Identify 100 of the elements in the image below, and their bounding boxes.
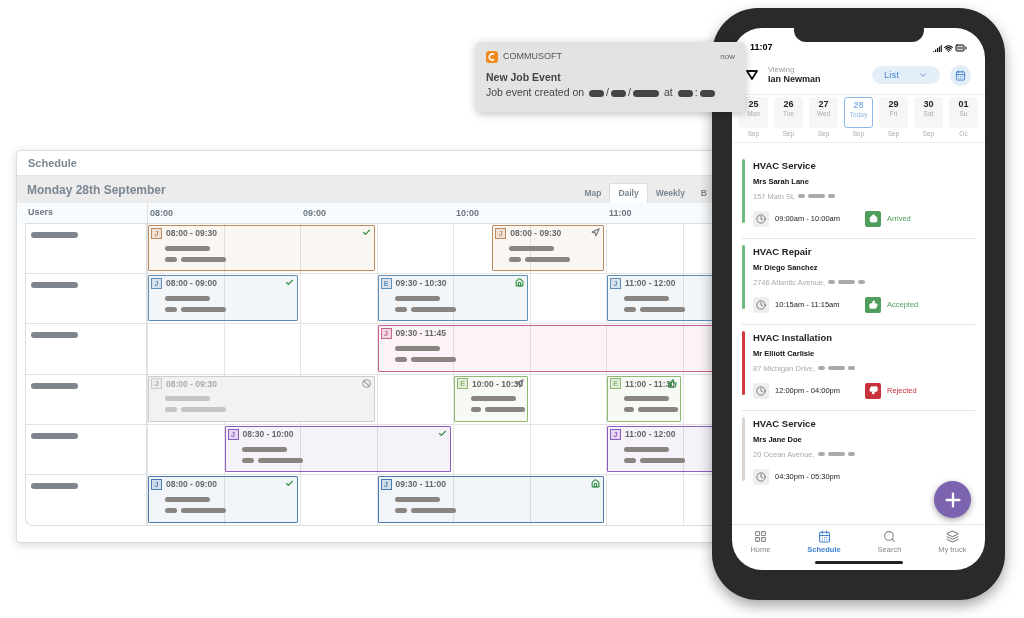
redaction-bar	[181, 507, 226, 513]
redaction-bar	[410, 507, 456, 513]
redaction-bar	[394, 507, 407, 513]
redaction-bar	[394, 295, 440, 301]
event-time: 08:00 - 09:00	[166, 477, 218, 491]
redaction-bar	[165, 256, 177, 262]
job-title: HVAC Installation	[753, 331, 833, 345]
add-button[interactable]	[934, 481, 971, 518]
notification-time: now	[720, 50, 735, 63]
notification-title: New Job Event	[486, 69, 562, 85]
event-time: 08:30 - 10:00	[242, 427, 294, 441]
search-icon	[882, 530, 896, 543]
redaction-bar	[624, 446, 669, 452]
filter-icon	[746, 70, 758, 80]
event-time: 08:00 - 09:00	[166, 277, 218, 290]
column-header: Users	[28, 206, 54, 220]
redaction-bar	[525, 256, 571, 262]
date-separator: /	[606, 85, 609, 101]
redaction-bar	[165, 396, 210, 402]
redaction-bar	[394, 306, 407, 312]
notification-at: at	[663, 85, 673, 101]
redaction-bar	[165, 507, 177, 513]
calendar-icon	[817, 530, 831, 543]
status-time: 11:07	[750, 40, 773, 54]
redaction-bar	[471, 407, 482, 413]
event-time: 11:00 - 12:00	[625, 277, 676, 290]
redaction-bar	[241, 446, 287, 452]
app-name: COMMUSOFT	[503, 50, 562, 63]
redaction-bar	[827, 452, 845, 457]
view-tab[interactable]: Map	[576, 183, 610, 203]
notification-card[interactable]: COMMUSOFT now New Job Event Job event created on / / at :	[476, 42, 745, 112]
app-logo-icon	[486, 50, 498, 63]
view-tab[interactable]: B	[692, 183, 715, 203]
redaction-bar	[181, 407, 226, 413]
redaction-bar	[410, 306, 456, 312]
time-separator: :	[694, 85, 698, 101]
redaction-bar	[257, 457, 303, 463]
redaction-bar	[241, 457, 254, 463]
clock-icon	[753, 296, 769, 313]
redaction-bar	[640, 457, 685, 463]
redaction-bar	[828, 280, 835, 285]
user-name-redacted	[31, 432, 78, 439]
job-title: HVAC Service	[753, 417, 817, 431]
redaction-bar	[632, 89, 659, 97]
redaction-bar	[181, 256, 226, 262]
redaction-bar	[165, 407, 177, 413]
calendar-button[interactable]	[950, 64, 971, 86]
redaction-bar	[838, 280, 855, 285]
redaction-bar	[847, 452, 855, 457]
redaction-bar	[611, 89, 626, 97]
redaction-bar	[394, 496, 440, 502]
layers-icon	[945, 530, 959, 543]
hour-label: 09:00	[303, 207, 327, 220]
hour-label: 11:00	[609, 207, 632, 220]
redaction-bar	[624, 396, 669, 402]
viewer-name: Ian Newman	[768, 74, 822, 86]
view-tab[interactable]: Daily	[609, 183, 648, 203]
event-time: 08:00 - 09:30	[510, 227, 562, 240]
redaction-bar	[410, 357, 456, 363]
redaction-bar	[471, 396, 516, 402]
redaction-bar	[624, 295, 669, 301]
event-time: 09:30 - 10:30	[395, 277, 447, 290]
redaction-bar	[589, 89, 605, 97]
battery-icon	[955, 42, 967, 54]
redaction-bar	[818, 366, 826, 371]
event-time: 08:00 - 09:30	[166, 227, 218, 240]
view-tab[interactable]: Weekly	[647, 183, 693, 203]
user-name-redacted	[31, 382, 78, 389]
redaction-bar	[699, 89, 715, 97]
redaction-bar	[165, 295, 210, 301]
event-time: 11:00 - 12:00	[625, 427, 676, 441]
redaction-bar	[624, 407, 635, 413]
redaction-bar	[828, 194, 836, 199]
redaction-bar	[817, 452, 825, 457]
view-mode-dropdown[interactable]: List	[872, 66, 940, 84]
redaction-bar	[798, 194, 806, 199]
redaction-bar	[858, 280, 865, 285]
event-time: 09:30 - 11:00	[395, 477, 447, 491]
user-name-redacted	[31, 482, 78, 489]
redaction-bar	[828, 366, 846, 371]
user-name-redacted	[31, 232, 78, 238]
user-name-redacted	[31, 282, 78, 289]
date-separator: /	[628, 85, 631, 101]
redaction-bar	[624, 306, 636, 312]
redaction-bar	[165, 245, 210, 251]
redaction-bar	[394, 357, 407, 363]
schedule-date: Monday 28th September	[27, 181, 166, 199]
calendar-icon	[955, 69, 966, 81]
redaction-bar	[638, 407, 678, 413]
redaction-bar	[808, 194, 826, 199]
redaction-bar	[640, 306, 685, 312]
redaction-bar	[624, 457, 636, 463]
clock-icon	[753, 382, 769, 399]
notification-message: Job event created on	[486, 85, 585, 101]
hour-label: 10:00	[456, 207, 480, 220]
redaction-bar	[485, 407, 525, 413]
redaction-bar	[165, 496, 210, 502]
redaction-bar	[509, 256, 522, 262]
user-name-redacted	[31, 332, 78, 339]
redaction-bar	[181, 306, 226, 312]
